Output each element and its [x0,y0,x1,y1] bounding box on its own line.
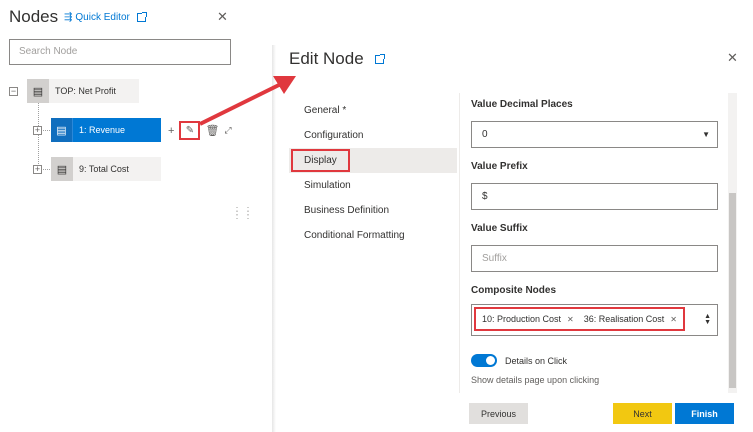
tree-connector [38,100,39,170]
decimal-places-field: Value Decimal Places 0 ▼ [471,99,718,148]
nav-simulation[interactable]: Simulation [289,173,457,198]
selected-chips: 10: Production Cost ✕ 36: Realisation Co… [474,307,685,331]
tree-node-total-cost[interactable]: ▤ 9: Total Cost [51,157,161,181]
chip-label: 10: Production Cost [482,314,562,324]
caret-down-icon: ▼ [702,130,710,139]
node-sheet-icon: ▤ [51,118,73,142]
quick-editor-label: Quick Editor [75,12,130,23]
node-sheet-icon: ▤ [27,79,49,103]
nav-general[interactable]: General * [289,98,457,123]
nav-label: Display [291,149,350,172]
close-edit-icon[interactable]: ✕ [727,50,738,66]
close-nodes-icon[interactable]: ✕ [217,9,228,25]
expand-icon[interactable]: + [33,165,42,174]
edit-side-nav: General * Configuration Display Simulati… [289,98,457,248]
nav-label: Configuration [304,130,364,141]
chip-production-cost: 10: Production Cost ✕ [482,314,574,324]
field-label: Value Suffix [471,223,528,234]
chip-label: 36: Realisation Cost [583,314,665,324]
quick-editor-link[interactable]: ⇶ Quick Editor [64,12,147,23]
node-sheet-icon: ▤ [51,157,73,181]
display-settings: Value Decimal Places 0 ▼ Value Prefix $ … [459,93,729,393]
open-external-icon[interactable] [375,54,385,64]
nav-label: General * [304,105,347,116]
next-button[interactable]: Next [613,403,672,424]
toggle-label: Details on Click [505,355,568,366]
add-node-icon[interactable]: + [168,125,174,137]
decimal-places-select[interactable]: 0 ▼ [471,121,718,148]
suffix-field: Value Suffix Suffix [471,223,718,272]
nav-conditional-formatting[interactable]: Conditional Formatting [289,223,457,248]
node-label: 1: Revenue [79,125,126,135]
prefix-field: Value Prefix $ [471,161,718,210]
tree-node-revenue[interactable]: ▤ 1: Revenue [51,118,161,142]
remove-chip-icon[interactable]: ✕ [670,315,677,324]
remove-chip-icon[interactable]: ✕ [567,315,574,324]
node-label: 9: Total Cost [79,164,129,174]
field-label: Composite Nodes [471,285,557,296]
resize-handle-icon[interactable]: ⋮⋮ ⋮⋮ [232,207,254,221]
nav-label: Conditional Formatting [304,230,405,241]
nodes-title: Nodes [9,7,59,26]
nav-label: Simulation [304,180,351,191]
details-on-click-field: Details on Click Show details page upon … [471,354,718,385]
scroll-thumb[interactable] [729,193,736,388]
nav-business-definition[interactable]: Business Definition [289,198,457,223]
node-label: TOP: Net Profit [55,86,116,96]
toggle-help-text: Show details page upon clicking [471,375,600,385]
nav-label: Business Definition [304,205,390,216]
settings-scrollbar[interactable] [728,93,737,393]
footer-buttons: Previous Next Finish [469,403,734,424]
nav-configuration[interactable]: Configuration [289,123,457,148]
edit-node-title: Edit Node [289,49,364,68]
move-icon[interactable]: ⤢ [224,125,231,136]
expand-icon[interactable]: + [33,126,42,135]
collapse-icon[interactable]: − [9,87,18,96]
field-label: Value Decimal Places [471,99,573,110]
updown-icon: ▲ ▼ [704,313,711,326]
quick-editor-icon: ⇶ [64,12,73,23]
finish-button[interactable]: Finish [675,403,734,424]
composite-nodes-field: Composite Nodes 10: Production Cost ✕ 36… [471,285,718,336]
nodes-panel: Nodes ⇶ Quick Editor ✕ Search Node − ▤ T… [0,0,270,432]
suffix-input[interactable]: Suffix [471,245,718,272]
edit-node-button[interactable]: ✎ [179,121,201,140]
tree-node-net-profit[interactable]: ▤ TOP: Net Profit [27,79,139,103]
field-label: Value Prefix [471,161,528,172]
nav-display[interactable]: Display [289,148,457,173]
pencil-icon: ✎ [185,125,195,136]
node-actions: + ✎ 🗑 ⤢ [168,121,232,140]
open-external-icon[interactable] [136,12,147,22]
prefix-input[interactable]: $ [471,183,718,210]
select-value: 0 [482,129,488,140]
search-node-input[interactable]: Search Node [9,39,231,65]
composite-nodes-select[interactable]: 10: Production Cost ✕ 36: Realisation Co… [471,304,718,336]
chip-realisation-cost: 36: Realisation Cost ✕ [584,314,677,324]
trash-icon[interactable]: 🗑 [205,124,219,137]
previous-button[interactable]: Previous [469,403,528,424]
details-on-click-toggle[interactable] [471,354,497,367]
edit-node-panel: Edit Node ✕ General * Configuration Disp… [276,0,753,432]
